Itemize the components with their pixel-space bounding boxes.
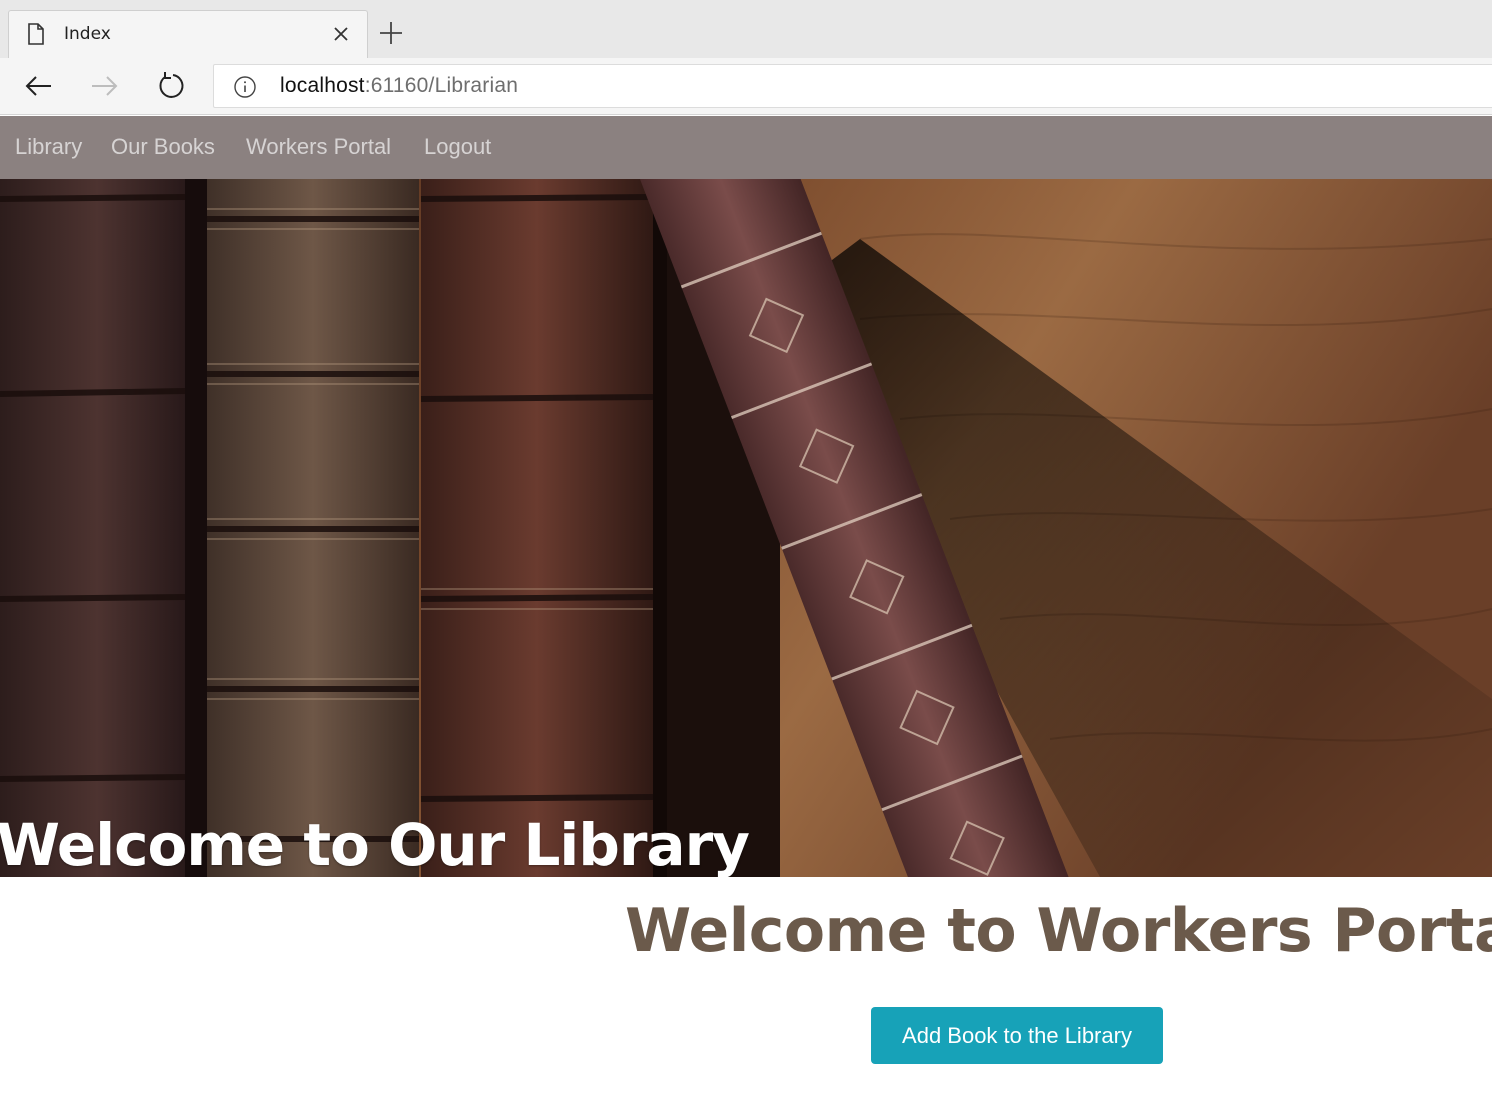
nav-our-books[interactable]: Our Books — [111, 134, 215, 160]
nav-workers-portal[interactable]: Workers Portal — [246, 134, 391, 160]
hero-banner: Welcome to Our Library — [0, 179, 1492, 877]
nav-library[interactable]: Library — [15, 134, 82, 160]
address-bar[interactable]: localhost:61160/Librarian — [213, 64, 1492, 108]
site-navbar: Library Our Books Workers Portal Logout — [0, 116, 1492, 179]
browser-tab[interactable]: Index — [8, 10, 368, 58]
page-title: Welcome to Workers Portal — [625, 896, 1492, 966]
forward-arrow-icon[interactable] — [86, 68, 122, 104]
new-tab-icon[interactable] — [376, 18, 406, 48]
back-arrow-icon[interactable] — [21, 68, 57, 104]
close-icon[interactable] — [329, 22, 353, 46]
url-text: localhost:61160/Librarian — [280, 74, 518, 98]
url-host: localhost — [280, 74, 365, 97]
hero-title: Welcome to Our Library — [0, 811, 750, 877]
page-icon — [28, 23, 44, 45]
browser-tabstrip: Index — [0, 0, 1492, 58]
browser-toolbar: localhost:61160/Librarian — [0, 58, 1492, 115]
info-icon[interactable] — [233, 75, 257, 99]
tab-title: Index — [64, 24, 111, 44]
nav-logout[interactable]: Logout — [424, 134, 491, 160]
url-path: :61160/Librarian — [364, 74, 519, 97]
add-book-button[interactable]: Add Book to the Library — [871, 1007, 1163, 1064]
refresh-icon[interactable] — [153, 68, 189, 104]
hero-books-image — [0, 179, 1492, 877]
